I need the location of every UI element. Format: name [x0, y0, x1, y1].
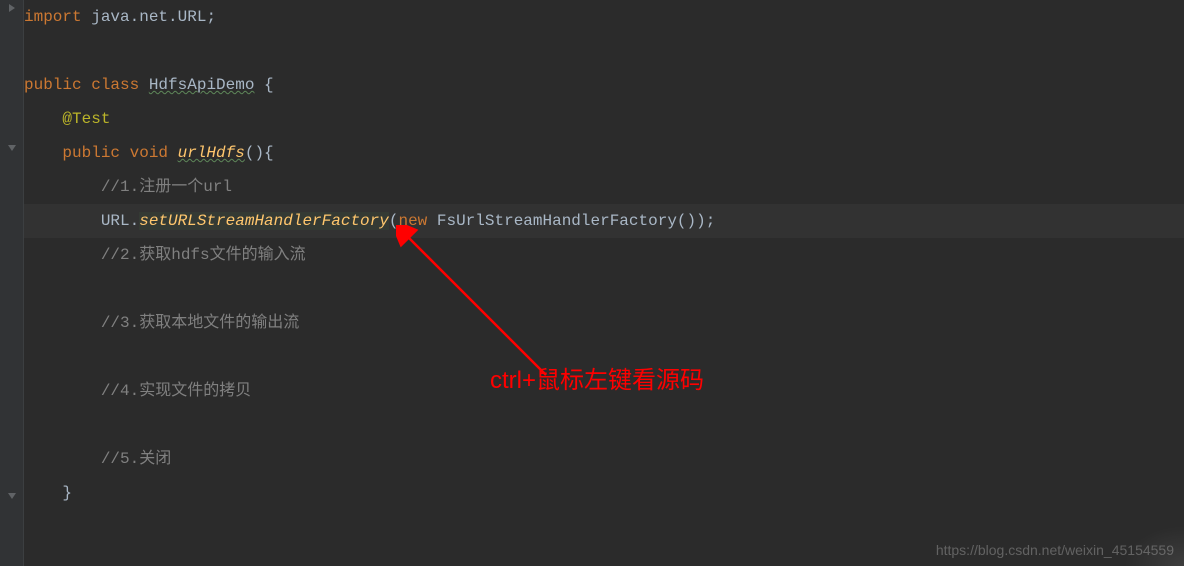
semicolon: ; [206, 8, 216, 26]
class-ref: FsUrlStreamHandlerFactory [437, 212, 677, 230]
parens: (){ [245, 144, 274, 162]
indent [24, 212, 101, 230]
keyword-new: new [398, 212, 436, 230]
keyword-class: public class [24, 76, 149, 94]
collapse-icon[interactable] [6, 142, 18, 154]
comment: //2.获取hdfs文件的输入流 [101, 246, 306, 264]
indent [24, 484, 62, 502]
keyword-method: public void [62, 144, 177, 162]
code-line[interactable]: //1.注册一个url [24, 170, 1184, 204]
comment: //5.关闭 [101, 450, 171, 468]
comment: //3.获取本地文件的输出流 [101, 314, 299, 332]
code-line[interactable]: } [24, 476, 1184, 510]
code-line[interactable]: //3.获取本地文件的输出流 [24, 306, 1184, 340]
indent [24, 178, 101, 196]
collapse-icon[interactable] [6, 490, 18, 502]
indent [24, 450, 101, 468]
indent [24, 246, 101, 264]
comment: //4.实现文件的拷贝 [101, 382, 251, 400]
watermark: https://blog.csdn.net/weixin_45154559 [936, 542, 1174, 558]
indent [24, 144, 62, 162]
comment: //1.注册一个url [101, 178, 232, 196]
method-name: urlHdfs [178, 144, 245, 162]
code-line[interactable]: public void urlHdfs(){ [24, 136, 1184, 170]
code-line[interactable]: import java.net.URL; [24, 0, 1184, 34]
brace: } [62, 484, 72, 502]
code-line[interactable]: @Test [24, 102, 1184, 136]
code-area[interactable]: import java.net.URL; public class HdfsAp… [24, 0, 1184, 510]
indent [24, 382, 101, 400]
keyword-import: import [24, 8, 82, 26]
code-line[interactable]: public class HdfsApiDemo { [24, 68, 1184, 102]
static-method-call[interactable]: setURLStreamHandlerFactory [139, 212, 389, 230]
code-editor[interactable]: import java.net.URL; public class HdfsAp… [0, 0, 1184, 566]
annotation: @Test [62, 110, 110, 128]
code-line-empty[interactable] [24, 34, 1184, 68]
code-line-empty[interactable] [24, 408, 1184, 442]
expand-icon[interactable] [6, 2, 18, 14]
code-line[interactable]: //5.关闭 [24, 442, 1184, 476]
code-line-empty[interactable] [24, 272, 1184, 306]
package-name: java.net.URL [91, 8, 206, 26]
annotation-text: ctrl+鼠标左键看源码 [490, 360, 704, 395]
code-token [82, 8, 92, 26]
brace: { [254, 76, 273, 94]
indent [24, 314, 101, 332]
class-ref: URL. [101, 212, 139, 230]
class-name: HdfsApiDemo [149, 76, 255, 94]
indent [24, 110, 62, 128]
gutter [0, 0, 24, 566]
paren: ()); [677, 212, 715, 230]
code-line-highlighted[interactable]: URL.setURLStreamHandlerFactory(new FsUrl… [24, 204, 1184, 238]
code-line[interactable]: //2.获取hdfs文件的输入流 [24, 238, 1184, 272]
